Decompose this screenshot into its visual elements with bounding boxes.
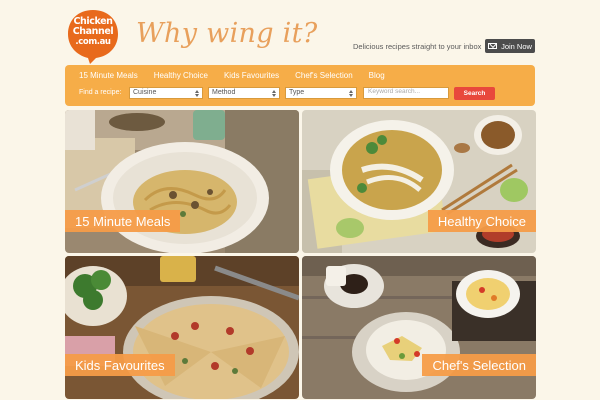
- find-recipe-label: Find a recipe:: [79, 89, 122, 96]
- nav-link-healthy-choice[interactable]: Healthy Choice: [154, 71, 208, 80]
- type-select[interactable]: Type: [285, 87, 357, 99]
- nav-bar: 15 Minute Meals Healthy Choice Kids Favo…: [65, 65, 535, 106]
- tile-chefs-selection[interactable]: Chef's Selection: [302, 256, 536, 399]
- tile-healthy-choice[interactable]: Healthy Choice: [302, 110, 536, 253]
- tagline: Why wing it?: [136, 18, 318, 49]
- chicken-channel-logo[interactable]: Chicken Channel .com.au: [66, 8, 120, 64]
- search-button[interactable]: Search: [454, 87, 495, 100]
- tile-kids-favourites[interactable]: Kids Favourites: [65, 256, 299, 399]
- mail-icon: [488, 43, 498, 49]
- salad-bowl-icon: [302, 256, 536, 399]
- method-select[interactable]: Method: [208, 87, 280, 99]
- nav-link-kids-favourites[interactable]: Kids Favourites: [224, 71, 279, 80]
- cuisine-select-value: Cuisine: [133, 89, 157, 96]
- tile-label: Healthy Choice: [427, 210, 536, 232]
- keyword-search-input[interactable]: Keyword search...: [363, 87, 449, 99]
- tile-label: Kids Favourites: [65, 354, 175, 376]
- tile-label: Chef's Selection: [422, 354, 536, 376]
- pizza-icon: [65, 256, 299, 399]
- join-now-label: Join Now: [501, 41, 532, 51]
- logo-line-2: Channel: [72, 26, 114, 37]
- nav-link-chefs-selection[interactable]: Chef's Selection: [295, 71, 353, 80]
- nav-links: 15 Minute Meals Healthy Choice Kids Favo…: [79, 71, 385, 80]
- tile-15-minute-meals[interactable]: 15 Minute Meals: [65, 110, 299, 253]
- logo-text: Chicken Channel .com.au: [66, 17, 120, 48]
- type-select-value: Type: [289, 89, 305, 96]
- tile-label: 15 Minute Meals: [65, 210, 181, 232]
- newsletter-text: Delicious recipes straight to your inbox: [353, 42, 482, 51]
- nav-link-15-minute-meals[interactable]: 15 Minute Meals: [79, 71, 138, 80]
- method-select-value: Method: [212, 89, 236, 96]
- cuisine-select[interactable]: Cuisine: [129, 87, 203, 99]
- logo-line-3: .com.au: [75, 37, 111, 47]
- nav-link-blog[interactable]: Blog: [369, 71, 385, 80]
- join-now-button[interactable]: Join Now: [485, 39, 535, 53]
